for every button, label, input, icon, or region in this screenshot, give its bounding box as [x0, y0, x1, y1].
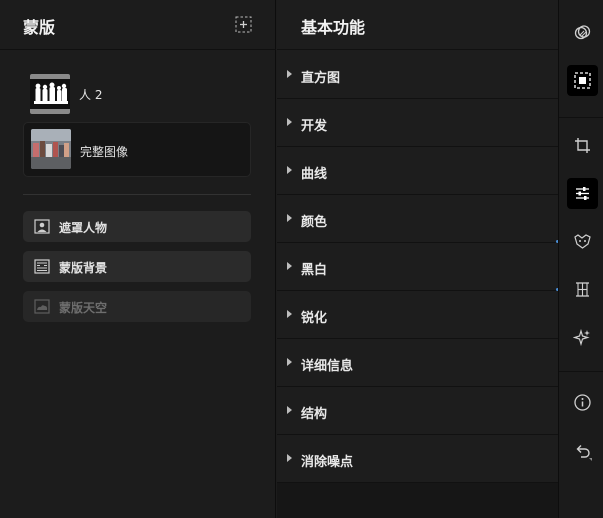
- pill-label: 蒙版天空: [59, 301, 108, 315]
- section-label: 曲线: [301, 167, 328, 182]
- person-mask-icon: [34, 219, 50, 234]
- section-structure[interactable]: 结构: [277, 387, 558, 435]
- section-develop[interactable]: 开发: [277, 99, 558, 147]
- caret-right-icon: [287, 118, 292, 126]
- section-denoise[interactable]: 消除噪点: [277, 435, 558, 483]
- heal-icon[interactable]: [567, 226, 598, 257]
- mask-item-label: 完整图像: [80, 145, 129, 159]
- section-label: 锐化: [301, 311, 328, 326]
- pill-label: 遮罩人物: [59, 221, 108, 235]
- section-label: 黑白: [301, 263, 328, 278]
- masks-panel-header: 蒙版: [0, 0, 276, 50]
- background-mask-icon: [34, 259, 50, 274]
- section-label: 结构: [301, 407, 328, 422]
- divider: [559, 371, 603, 372]
- undo-icon[interactable]: [567, 436, 598, 467]
- tool-strip: [558, 0, 603, 518]
- pill-label: 蒙版背景: [59, 261, 108, 275]
- caret-right-icon: [287, 358, 292, 366]
- section-label: 消除噪点: [301, 455, 354, 470]
- divider: [23, 194, 251, 195]
- caret-right-icon: [287, 262, 292, 270]
- section-label: 颜色: [301, 215, 328, 230]
- basic-panel: 基本功能 直方图 开发 曲线 颜色 黑白 锐化 详细信息 结构 消除噪点: [277, 0, 558, 518]
- mask-background-button[interactable]: 蒙版背景: [23, 251, 251, 282]
- caret-right-icon: [287, 310, 292, 318]
- caret-right-icon: [287, 406, 292, 414]
- caret-right-icon: [287, 454, 292, 462]
- mask-select-icon[interactable]: [567, 65, 598, 96]
- caret-right-icon: [287, 166, 292, 174]
- mask-people-button[interactable]: 遮罩人物: [23, 211, 251, 242]
- divider: [559, 117, 603, 118]
- section-label: 详细信息: [301, 359, 354, 374]
- section-details[interactable]: 详细信息: [277, 339, 558, 387]
- info-icon[interactable]: [567, 387, 598, 418]
- masks-panel: 蒙版 人 2 完整图像 遮罩人物 蒙版背景 蒙版天空: [0, 0, 276, 518]
- section-color[interactable]: 颜色: [277, 195, 558, 243]
- mask-sky-button: 蒙版天空: [23, 291, 251, 322]
- sky-mask-icon: [34, 299, 50, 314]
- section-label: 直方图: [301, 71, 341, 86]
- section-label: 开发: [301, 119, 328, 134]
- mask-overlay-icon[interactable]: [567, 17, 598, 48]
- basic-panel-header: 基本功能: [277, 0, 558, 50]
- sparkle-icon[interactable]: [567, 322, 598, 353]
- section-histogram[interactable]: 直方图: [277, 51, 558, 99]
- section-black-white[interactable]: 黑白: [277, 243, 558, 291]
- section-sharpen[interactable]: 锐化: [277, 291, 558, 339]
- masks-panel-title: 蒙版: [23, 18, 56, 37]
- caret-right-icon: [287, 214, 292, 222]
- transform-icon[interactable]: [567, 274, 598, 305]
- basic-panel-title: 基本功能: [301, 18, 366, 37]
- mask-item-people[interactable]: 人 2: [23, 67, 251, 122]
- crop-icon[interactable]: [567, 130, 598, 161]
- section-curves[interactable]: 曲线: [277, 147, 558, 195]
- panel-footer: [277, 483, 558, 518]
- people-silhouette-thumbnail: [30, 74, 70, 114]
- add-mask-icon[interactable]: [235, 16, 252, 33]
- mask-item-full-image[interactable]: 完整图像: [23, 122, 251, 177]
- full-image-thumbnail: [31, 129, 71, 169]
- mask-item-label: 人 2: [79, 88, 103, 102]
- adjust-sliders-icon[interactable]: [567, 178, 598, 209]
- caret-right-icon: [287, 70, 292, 78]
